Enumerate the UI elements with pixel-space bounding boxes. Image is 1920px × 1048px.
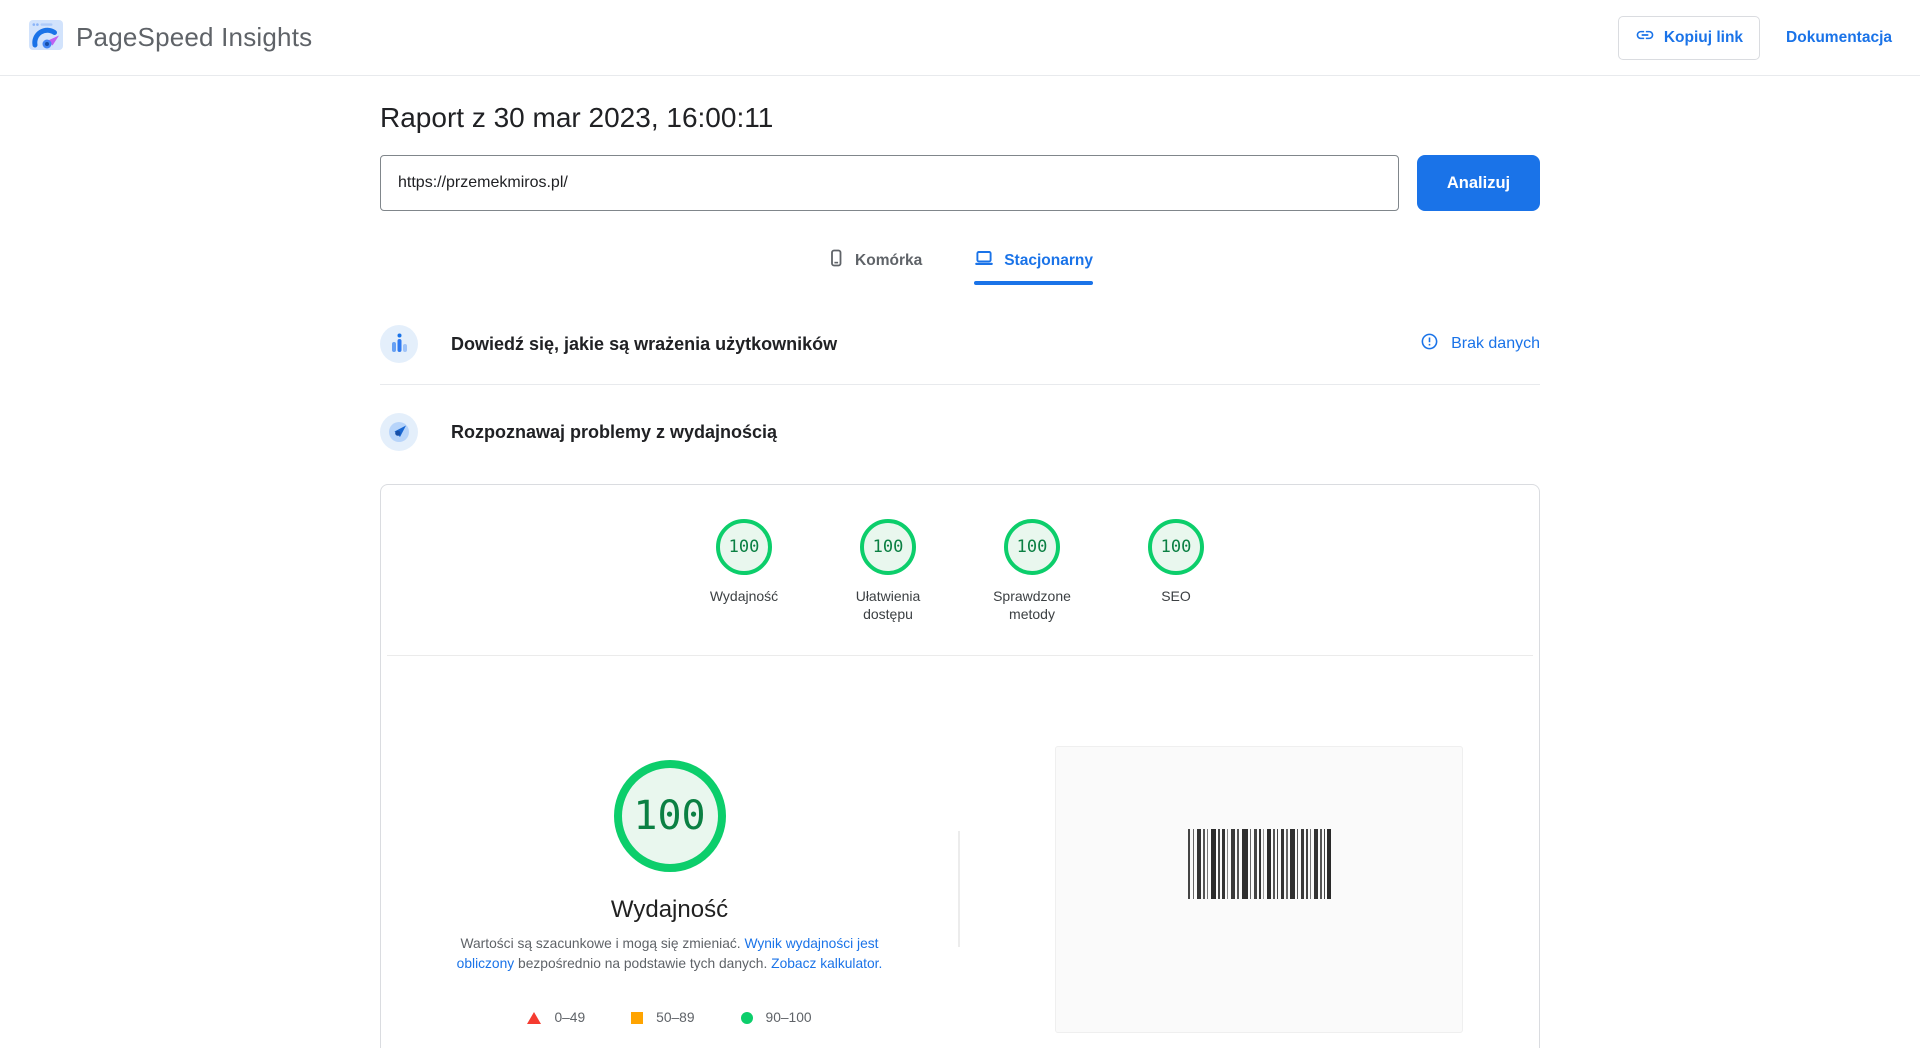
score-circle: 100 xyxy=(1004,519,1060,575)
score-label: SEO xyxy=(1161,587,1191,605)
performance-gauge-label: Wydajność xyxy=(611,896,728,924)
field-data-status-link[interactable]: Brak danych xyxy=(1420,332,1540,356)
section-field-data: Dowiedź się, jakie są wrażenia użytkowni… xyxy=(380,325,1540,385)
vertical-divider xyxy=(958,831,960,947)
pagespeed-logo-icon xyxy=(28,17,64,58)
documentation-link[interactable]: Dokumentacja xyxy=(1786,29,1892,47)
performance-score-circle[interactable]: 100 xyxy=(614,760,726,872)
analyze-button[interactable]: Analizuj xyxy=(1417,155,1540,211)
page-screenshot-thumbnail xyxy=(1055,746,1463,1033)
category-scores-row: 100 Wydajność 100 Ułatwienia dostępu 100… xyxy=(381,485,1539,623)
score-gauge-seo[interactable]: 100 SEO xyxy=(1122,519,1230,623)
device-tabs: Komórka Stacjonarny xyxy=(380,249,1540,285)
url-input[interactable] xyxy=(380,155,1399,211)
score-circle: 100 xyxy=(716,519,772,575)
lighthouse-report-card: 100 Wydajność 100 Ułatwienia dostępu 100… xyxy=(380,484,1540,1048)
main-content: Raport z 30 mar 2023, 16:00:11 Analizuj … xyxy=(380,100,1540,1048)
field-data-title: Dowiedź się, jakie są wrażenia użytkowni… xyxy=(451,334,837,355)
score-gauge-performance[interactable]: 100 Wydajność xyxy=(690,519,798,623)
tab-desktop-label: Stacjonarny xyxy=(1004,252,1093,270)
legend-range: 0–49 xyxy=(554,1010,585,1025)
score-gauge-accessibility[interactable]: 100 Ułatwienia dostępu xyxy=(834,519,942,623)
field-data-chart-icon xyxy=(380,325,418,363)
score-disclaimer-text: Wartości są szacunkowe i mogą się zmieni… xyxy=(433,934,907,974)
score-gauge-best-practices[interactable]: 100 Sprawdzone metody xyxy=(978,519,1086,623)
disclaimer-middle: bezpośrednio na podstawie tych danych. xyxy=(514,956,771,971)
section-lab-data: Rozpoznawaj problemy z wydajnością xyxy=(380,413,1540,472)
tab-mobile[interactable]: Komórka xyxy=(827,249,922,285)
disclaimer-prefix: Wartości są szacunkowe i mogą się zmieni… xyxy=(460,936,744,951)
top-bar: PageSpeed Insights Kopiuj link Dokumenta… xyxy=(0,0,1920,76)
desktop-laptop-icon xyxy=(974,249,994,272)
legend-range: 90–100 xyxy=(766,1010,812,1025)
legend-item-pass: 90–100 xyxy=(741,1010,812,1025)
score-circle: 100 xyxy=(1148,519,1204,575)
score-label: Wydajność xyxy=(710,587,778,605)
legend-circle-icon xyxy=(741,1012,753,1024)
score-legend: 0–49 50–89 90–100 xyxy=(527,1010,811,1025)
report-title: Raport z 30 mar 2023, 16:00:11 xyxy=(380,100,1540,136)
lab-data-title: Rozpoznawaj problemy z wydajnością xyxy=(451,422,777,443)
legend-range: 50–89 xyxy=(656,1010,694,1025)
website-screenshot-barcode-image xyxy=(1188,829,1331,899)
performance-gauge-column: 100 Wydajność Wartości są szacunkowe i m… xyxy=(381,656,958,1033)
app-logo-home-link[interactable]: PageSpeed Insights xyxy=(28,17,312,58)
legend-item-fail: 0–49 xyxy=(527,1010,585,1025)
tab-mobile-label: Komórka xyxy=(855,252,922,270)
info-icon xyxy=(1420,332,1439,356)
score-label: Ułatwienia dostępu xyxy=(834,587,942,623)
legend-square-icon xyxy=(631,1012,643,1024)
top-bar-actions: Kopiuj link Dokumentacja xyxy=(1618,16,1892,60)
app-title: PageSpeed Insights xyxy=(76,22,312,53)
mobile-phone-icon xyxy=(827,249,845,272)
link-icon xyxy=(1635,25,1655,50)
performance-detail-area: 100 Wydajność Wartości są szacunkowe i m… xyxy=(381,656,1539,1033)
copy-link-label: Kopiuj link xyxy=(1664,29,1743,47)
legend-triangle-icon xyxy=(527,1012,541,1024)
lab-data-gauge-icon xyxy=(380,413,418,451)
score-label: Sprawdzone metody xyxy=(978,587,1086,623)
score-circle: 100 xyxy=(860,519,916,575)
tab-desktop[interactable]: Stacjonarny xyxy=(974,249,1093,285)
legend-item-average: 50–89 xyxy=(631,1010,694,1025)
copy-link-button[interactable]: Kopiuj link xyxy=(1618,16,1760,60)
see-calculator-link[interactable]: Zobacz kalkulator. xyxy=(771,956,882,971)
field-data-status-label: Brak danych xyxy=(1451,335,1540,353)
url-form: Analizuj xyxy=(380,155,1540,211)
